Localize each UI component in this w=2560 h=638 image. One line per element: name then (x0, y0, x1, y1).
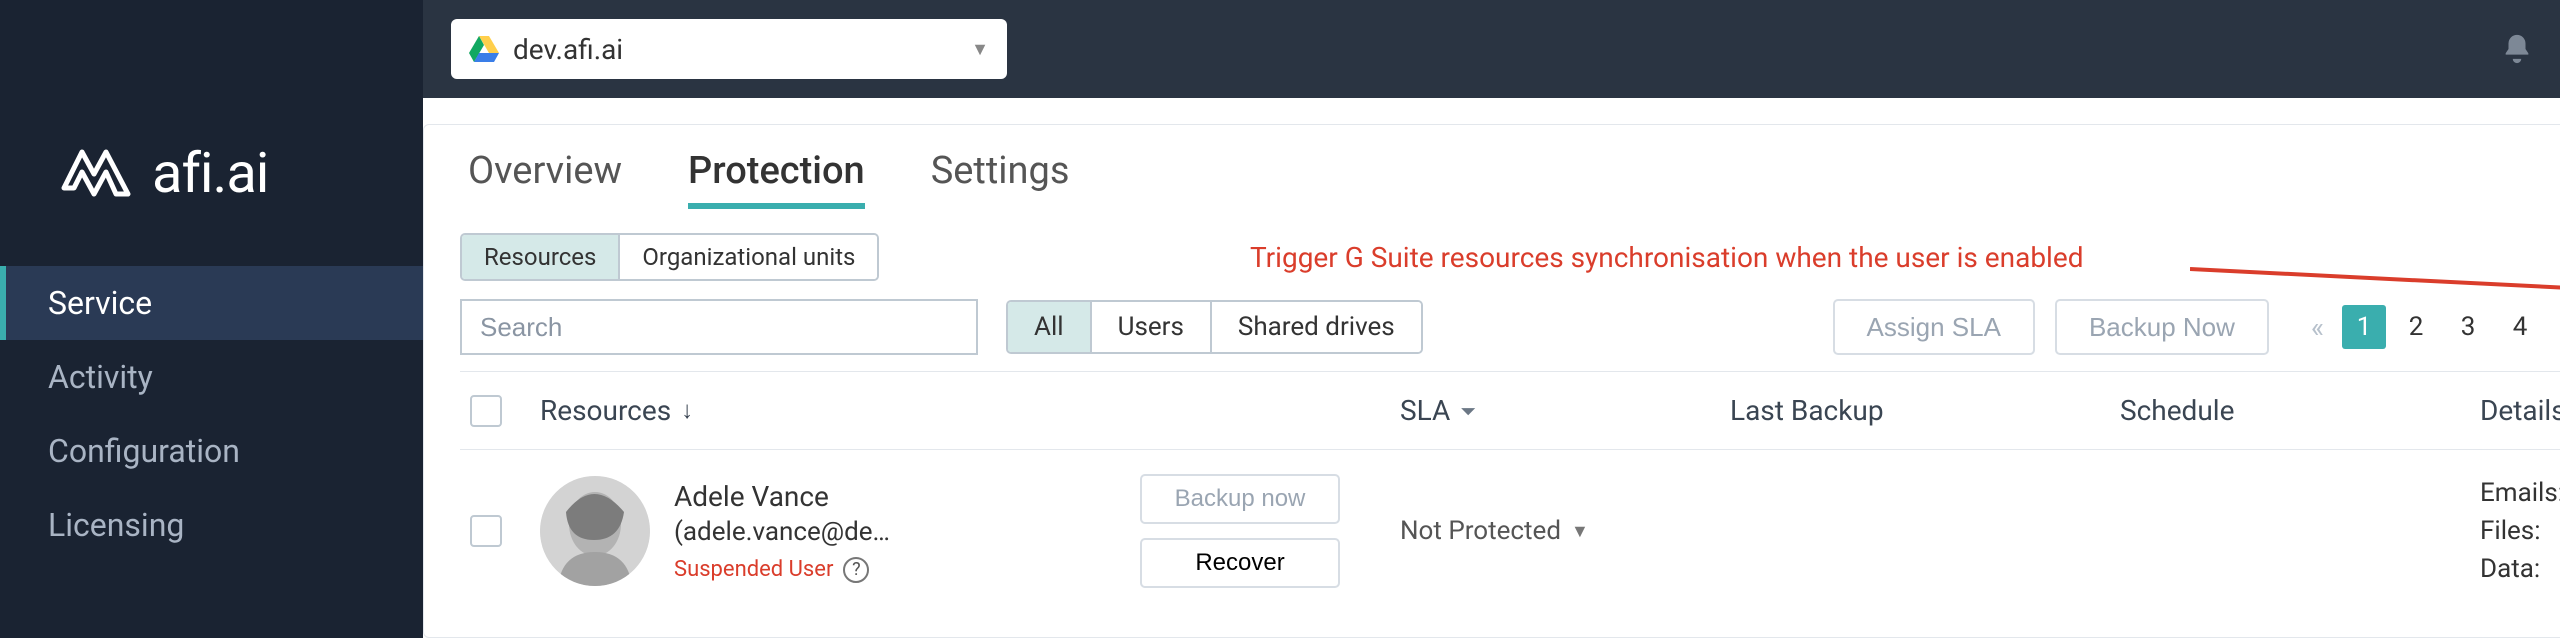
tabs: Overview Protection Settings (460, 149, 2560, 209)
column-sla[interactable]: SLA ⏷ (1400, 394, 1730, 427)
table-header: Resources ↓ SLA ⏷ Last Backup Schedule D… (460, 372, 2560, 450)
content-card: Overview Protection Settings Resources O… (423, 124, 2560, 638)
brand-name: afi.ai (152, 140, 268, 206)
column-details-label: Details (2480, 394, 2560, 427)
tab-overview[interactable]: Overview (468, 149, 622, 209)
filter-shared-drives[interactable]: Shared drives (1210, 302, 1421, 352)
column-schedule-label: Schedule (2120, 394, 2234, 427)
filter-users[interactable]: Users (1090, 302, 1210, 352)
column-sla-label: SLA (1400, 394, 1450, 427)
details-data-key: Data: (2480, 554, 2560, 584)
filter-icon: ⏷ (1460, 399, 1476, 423)
sidebar-item-licensing[interactable]: Licensing (0, 488, 423, 562)
chevron-down-icon: ▼ (1571, 521, 1589, 542)
column-schedule[interactable]: Schedule (2120, 394, 2480, 427)
user-email: (adele.vance@de… (674, 517, 890, 547)
sidebar-item-activity[interactable]: Activity (0, 340, 423, 414)
sla-cell[interactable]: Not Protected ▼ (1400, 516, 1730, 546)
details-files-key: Files: (2480, 516, 2560, 546)
resource-filter: All Users Shared drives (1006, 300, 1423, 354)
column-last-backup[interactable]: Last Backup (1730, 394, 2120, 427)
pagination: « 1 2 3 4 » (2301, 305, 2560, 349)
page-next[interactable]: » (2550, 311, 2560, 344)
page-2[interactable]: 2 (2394, 305, 2438, 349)
page-1[interactable]: 1 (2342, 305, 2386, 349)
table-row: Adele Vance (adele.vance@de… Suspended U… (460, 450, 2560, 602)
details-cell: Emails: - Files: - Data: - (2480, 478, 2560, 584)
sidebar-nav: Service Activity Configuration Licensing (0, 266, 423, 562)
brand-mark-icon (60, 144, 132, 202)
column-last-backup-label: Last Backup (1730, 394, 1884, 427)
details-emails-key: Emails: (2480, 478, 2560, 508)
domain-text: dev.afi.ai (513, 33, 623, 66)
annotation-label: Trigger G Suite resources synchronisatio… (1250, 241, 2084, 274)
scope-resources[interactable]: Resources (462, 235, 618, 279)
sort-arrow-icon: ↓ (681, 396, 693, 425)
page-prev[interactable]: « (2301, 311, 2334, 344)
filter-all[interactable]: All (1008, 302, 1090, 352)
tab-protection[interactable]: Protection (688, 149, 865, 209)
column-resources-label: Resources (540, 394, 671, 427)
column-resources[interactable]: Resources ↓ (540, 394, 1140, 427)
notifications-icon[interactable] (2500, 30, 2534, 68)
brand-logo: afi.ai (0, 0, 423, 206)
user-photo (540, 476, 650, 586)
search-input[interactable] (460, 299, 978, 355)
tab-settings[interactable]: Settings (931, 149, 1070, 209)
domain-selector[interactable]: dev.afi.ai ▼ (451, 19, 1007, 79)
chevron-down-icon: ▼ (971, 39, 989, 60)
row-recover-button[interactable]: Recover (1140, 538, 1340, 588)
select-all-checkbox[interactable] (470, 395, 502, 427)
sla-value: Not Protected (1400, 516, 1561, 546)
page-4[interactable]: 4 (2498, 305, 2542, 349)
user-name: Adele Vance (674, 480, 890, 513)
assign-sla-button[interactable]: Assign SLA (1833, 299, 2035, 355)
sidebar-item-configuration[interactable]: Configuration (0, 414, 423, 488)
help-icon[interactable]: ? (843, 557, 869, 583)
row-backup-now-button[interactable]: Backup now (1140, 474, 1340, 524)
suspended-badge: Suspended User ? (674, 557, 890, 583)
scope-toggle: Resources Organizational units (460, 233, 879, 281)
page-3[interactable]: 3 (2446, 305, 2490, 349)
row-checkbox[interactable] (470, 515, 502, 547)
sidebar-item-service[interactable]: Service (0, 266, 423, 340)
suspended-label: Suspended User (674, 557, 833, 582)
sidebar: afi.ai Service Activity Configuration Li… (0, 0, 423, 638)
topbar: dev.afi.ai ▼ (423, 0, 2560, 98)
scope-org-units[interactable]: Organizational units (618, 235, 877, 279)
backup-now-button[interactable]: Backup Now (2055, 299, 2269, 355)
annotation-text: Trigger G Suite resources synchronisatio… (1250, 241, 2084, 274)
column-details[interactable]: Details (2480, 394, 2560, 427)
google-drive-icon (469, 36, 499, 62)
